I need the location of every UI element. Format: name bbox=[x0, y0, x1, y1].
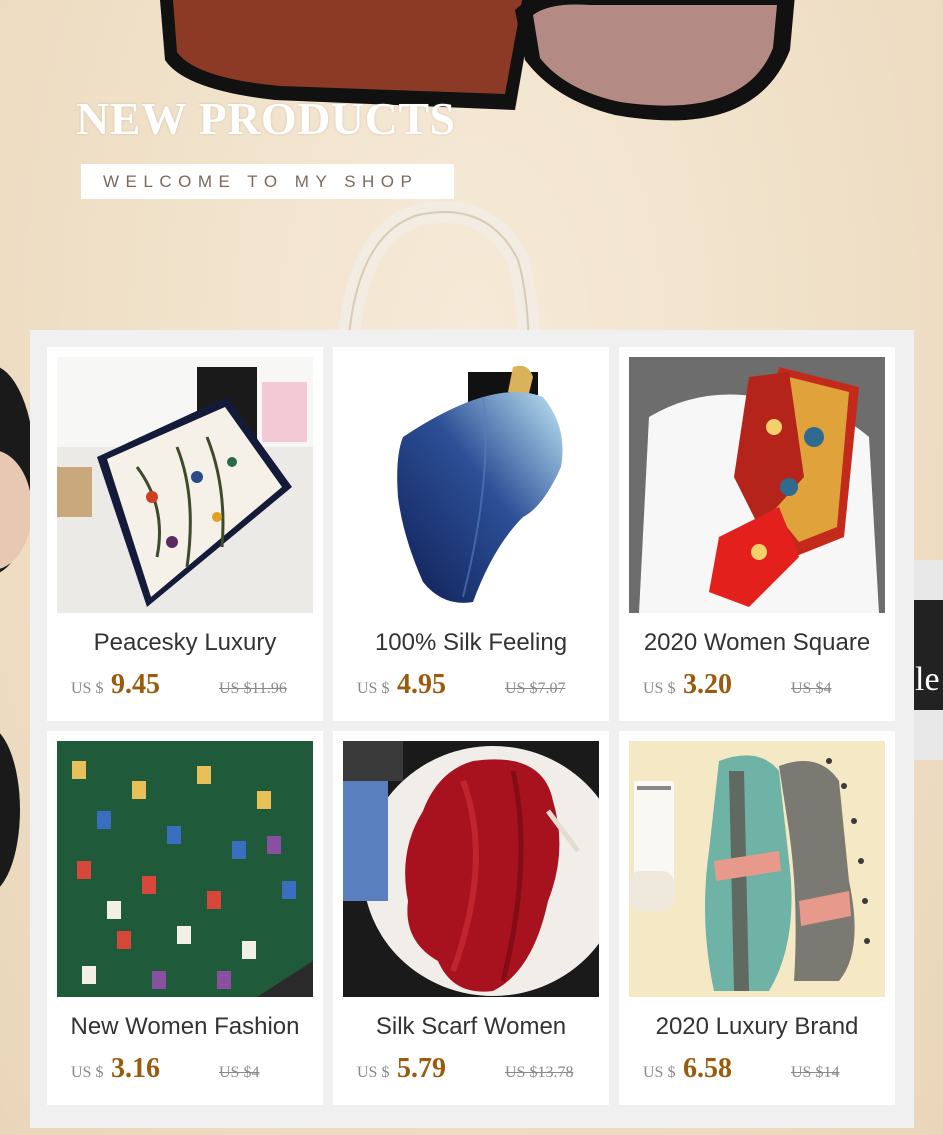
currency-label: US $ bbox=[643, 1064, 676, 1081]
product-image-white-floral-scarf[interactable] bbox=[57, 357, 313, 613]
product-image-burgundy-scarf[interactable] bbox=[343, 741, 599, 997]
product-card[interactable]: New Women Fashion US $ 3.16 US $4 bbox=[47, 731, 323, 1105]
product-price: 4.95 bbox=[397, 669, 446, 700]
welcome-banner[interactable]: WELCOME TO MY SHOP bbox=[81, 164, 454, 199]
magazine-decoration: le bbox=[911, 560, 943, 760]
product-card[interactable]: 2020 Women Square US $ 3.20 US $4 bbox=[619, 347, 895, 721]
product-name[interactable]: Peacesky Luxury bbox=[47, 629, 323, 657]
original-price: US $11.96 bbox=[219, 680, 287, 697]
currency-label: US $ bbox=[643, 680, 676, 697]
product-name[interactable]: 100% Silk Feeling bbox=[333, 629, 609, 657]
original-price: US $7.07 bbox=[505, 680, 566, 697]
product-name[interactable]: New Women Fashion bbox=[47, 1013, 323, 1041]
original-price: US $13.78 bbox=[505, 1064, 574, 1081]
product-image-red-paisley-scarf[interactable] bbox=[629, 357, 885, 613]
currency-label: US $ bbox=[357, 1064, 390, 1081]
product-card[interactable]: 2020 Luxury Brand US $ 6.58 US $14 bbox=[619, 731, 895, 1105]
product-grid: Peacesky Luxury US $ 9.45 US $11.96 100%… bbox=[30, 330, 914, 1128]
original-price: US $14 bbox=[791, 1064, 840, 1081]
currency-label: US $ bbox=[71, 680, 104, 697]
currency-label: US $ bbox=[71, 1064, 104, 1081]
product-card[interactable]: Silk Scarf Women US $ 5.79 US $13.78 bbox=[333, 731, 609, 1105]
product-image-green-cat-scarf[interactable] bbox=[57, 741, 313, 997]
product-image-teal-striped-scarf[interactable] bbox=[629, 741, 885, 997]
product-name[interactable]: 2020 Luxury Brand bbox=[619, 1013, 895, 1041]
product-name[interactable]: Silk Scarf Women bbox=[333, 1013, 609, 1041]
product-name[interactable]: 2020 Women Square bbox=[619, 629, 895, 657]
product-card[interactable]: 100% Silk Feeling US $ 4.95 US $7.07 bbox=[333, 347, 609, 721]
svg-text:le: le bbox=[915, 661, 940, 698]
original-price: US $4 bbox=[791, 680, 832, 697]
product-price: 3.20 bbox=[683, 669, 732, 700]
hero-title: NEW PRODUCTS bbox=[76, 93, 456, 144]
product-image-navy-gradient-scarf[interactable] bbox=[343, 357, 599, 613]
product-card[interactable]: Peacesky Luxury US $ 9.45 US $11.96 bbox=[47, 347, 323, 721]
shoe-decoration-2 bbox=[0, 733, 20, 887]
product-price: 3.16 bbox=[111, 1053, 160, 1084]
product-price: 5.79 bbox=[397, 1053, 446, 1084]
original-price: US $4 bbox=[219, 1064, 260, 1081]
currency-label: US $ bbox=[357, 680, 390, 697]
product-price: 9.45 bbox=[111, 669, 160, 700]
product-price: 6.58 bbox=[683, 1053, 732, 1084]
